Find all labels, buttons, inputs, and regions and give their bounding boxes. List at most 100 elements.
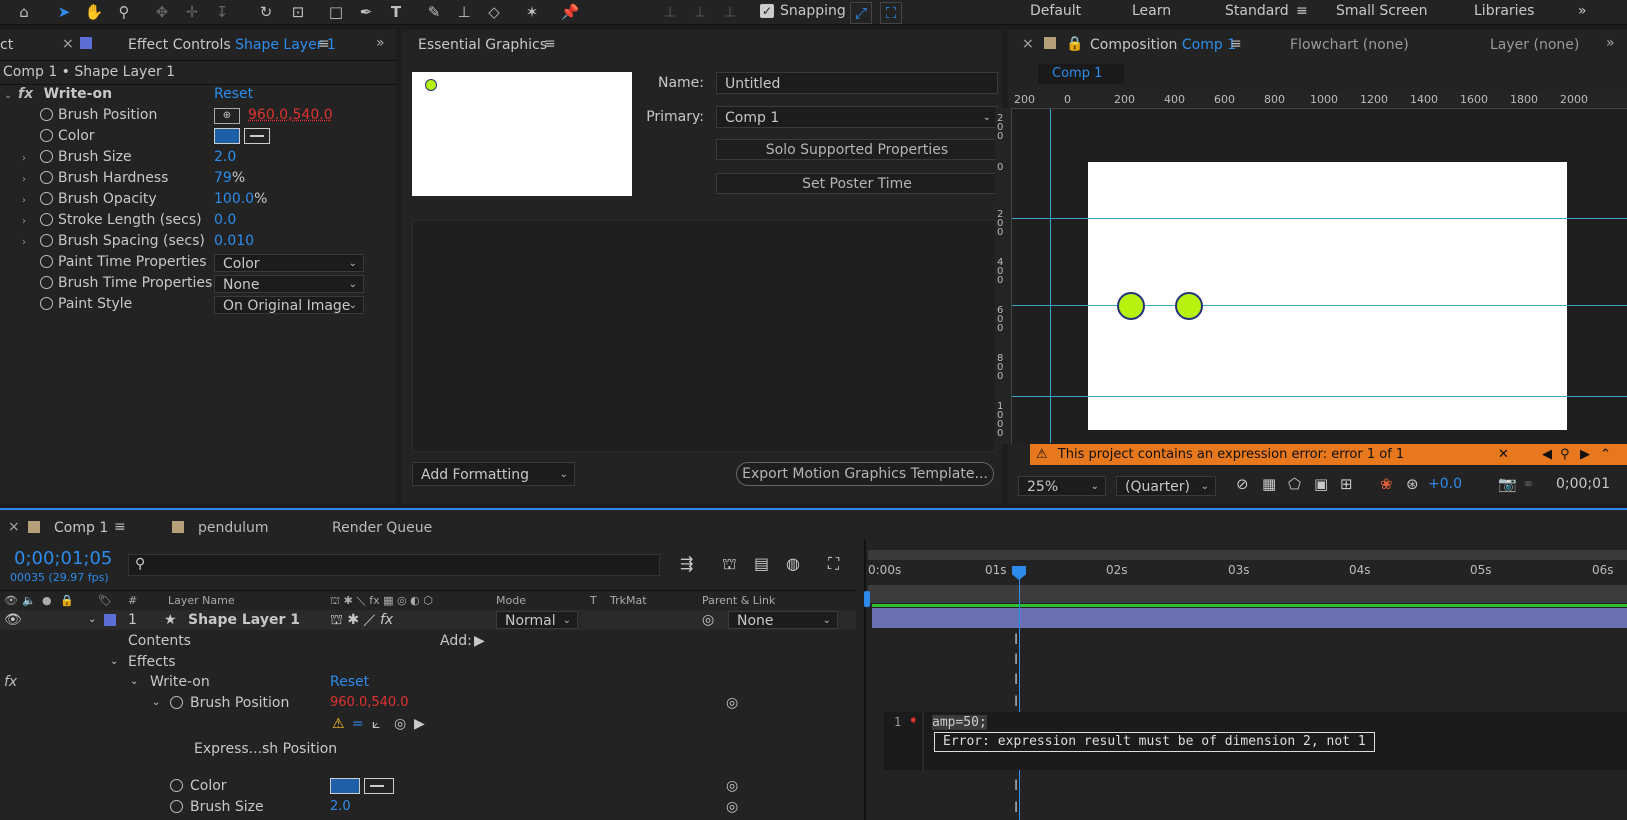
keyframe-i-beam-icon[interactable]: I [1014,778,1022,794]
snapping-checkbox[interactable]: ✓ [760,4,774,18]
stopwatch-icon[interactable] [170,779,183,792]
properties-drop-area[interactable] [412,220,996,452]
panel-overflow-icon[interactable]: » [1606,35,1615,51]
prop-stroke-length[interactable]: › Stroke Length (secs) 0.0 [0,210,396,231]
guide-line[interactable] [1012,396,1627,397]
work-area-start-handle[interactable] [864,591,870,607]
effect-controls-title[interactable]: Effect Controls [128,37,231,53]
workspace-small-screen[interactable]: Small Screen [1336,3,1427,19]
close-icon[interactable]: × [8,519,20,535]
label-column-icon[interactable]: 🏷 [98,591,112,611]
prop-brush-position[interactable]: Brush Position ⊕ 960.0,540.0 [0,105,396,126]
video-switch-icon[interactable]: 👁 [4,591,18,611]
stopwatch-icon[interactable] [40,297,53,310]
rectangle-tool-icon[interactable]: □ [326,2,346,22]
brush-spacing-value[interactable]: 0.010 [214,231,254,252]
workspace-default[interactable]: Default [1030,3,1081,19]
brush-hardness-value[interactable]: 79 [214,170,232,186]
comp-viewer-tab[interactable]: Comp 1 [1038,64,1124,84]
graph-editor-icon[interactable]: ⛶ [828,554,839,574]
axis-view-icon[interactable]: ⟂ [720,2,740,22]
fast-preview-icon[interactable]: ⊘ [1236,475,1249,493]
twirl-right-icon[interactable]: › [22,211,36,232]
mode-column[interactable]: Mode [496,591,526,611]
color-row[interactable]: Color ◎ [0,776,856,796]
brush-position-value[interactable]: 960.0,540.0 [248,105,333,126]
workspace-libraries[interactable]: Libraries [1474,3,1534,19]
layer-name[interactable]: Shape Layer 1 [188,610,300,630]
work-area-bar[interactable] [868,550,1627,560]
crosshair-icon[interactable]: ⊕ [214,108,240,124]
transparency-grid-icon[interactable]: ▦ [1262,475,1276,493]
brush-time-dropdown[interactable]: None ⌄ [214,275,364,293]
flowchart-tab[interactable]: Flowchart (none) [1290,37,1409,53]
project-tab-stub[interactable]: ct [0,37,13,53]
expression-language-menu-icon[interactable]: ▶ [414,714,425,734]
stopwatch-icon[interactable] [170,696,183,709]
snap-edges-icon[interactable]: ⤢ [850,2,872,24]
keyframe-i-beam-icon[interactable]: I [1014,800,1022,816]
render-queue-tab[interactable]: Render Queue [332,520,432,536]
timeline-splitter[interactable] [864,540,866,820]
expand-error-icon[interactable]: ⌃ [1600,444,1611,465]
stopwatch-icon[interactable] [40,213,53,226]
exposure-value[interactable]: +0.0 [1428,476,1462,492]
expression-editor[interactable]: 1 ➧ amp=50; Error: expression result mus… [884,712,1627,770]
shy-layers-icon[interactable]: ▤ [754,554,769,573]
blend-mode-dropdown[interactable]: Normal ⌄ [496,611,578,629]
number-column[interactable]: # [128,591,137,611]
guide-line[interactable] [1012,218,1627,219]
composition-name[interactable]: Comp 1 [1182,37,1236,53]
stopwatch-icon[interactable] [40,150,53,163]
eyedropper-icon[interactable] [364,778,394,794]
stroke-length-value[interactable]: 0.0 [214,210,236,231]
stopwatch-icon[interactable] [40,192,53,205]
grid-guides-icon[interactable]: ⊞ [1340,475,1353,493]
expression-graph-icon[interactable]: ⟀ [372,714,380,734]
eyedropper-icon[interactable] [244,128,270,144]
more-workspaces-icon[interactable]: » [1578,3,1587,19]
primary-dropdown[interactable]: Comp 1 ⌄ [716,106,998,128]
axis-local-icon[interactable]: ⟂ [660,2,680,22]
orbit-camera-icon[interactable]: ✥ [152,2,172,22]
zoom-tool-icon[interactable]: ⚲ [114,2,134,22]
stopwatch-icon[interactable] [40,171,53,184]
draft-3d-icon[interactable]: ⛫ [722,554,737,575]
layer-duration-bar[interactable] [872,608,1627,628]
warning-icon[interactable]: ⚠ [332,714,345,734]
solo-supported-button[interactable]: Solo Supported Properties [716,139,998,160]
expression-code[interactable]: amp=50; [932,715,987,730]
home-icon[interactable]: ⌂ [14,2,34,22]
essential-graphics-title[interactable]: Essential Graphics [418,37,547,53]
stopwatch-icon[interactable] [40,129,53,142]
stopwatch-icon[interactable] [40,234,53,247]
twirl-right-icon[interactable]: › [22,148,36,169]
zoom-dropdown[interactable]: 25% ⌄ [1018,476,1106,496]
add-play-icon[interactable]: ▶ [474,631,485,651]
paint-time-dropdown[interactable]: Color ⌄ [214,254,364,272]
effects-row[interactable]: ⌄ Effects [0,652,856,672]
clone-stamp-tool-icon[interactable]: ⊥ [454,2,474,22]
twirl-down-icon[interactable]: ⌄ [130,672,138,692]
export-mogrt-button[interactable]: Export Motion Graphics Template... [736,462,994,486]
composition-title[interactable]: Composition [1090,37,1177,53]
twirl-right-icon[interactable]: › [22,169,36,190]
layer-label-color[interactable] [104,614,116,626]
roto-brush-tool-icon[interactable]: ✶ [522,2,542,22]
previous-error-icon[interactable]: ◀ [1542,444,1552,465]
contents-row[interactable]: Contents Add: ▶ [0,631,856,651]
selection-tool-icon[interactable]: ➤ [54,2,74,22]
write-on-row[interactable]: fx ⌄ Write-on Reset [0,672,856,692]
close-error-icon[interactable]: ✕ [1498,444,1509,465]
prop-brush-size[interactable]: › Brush Size 2.0 [0,147,396,168]
timeline-tab-pendulum[interactable]: pendulum [198,520,269,536]
reset-exposure-icon[interactable]: ⊛ [1406,475,1419,493]
guide-line[interactable] [1050,109,1051,443]
panel-menu-icon[interactable]: ≡ [1230,36,1242,52]
prop-color[interactable]: Color [0,126,396,147]
audio-switch-icon[interactable]: 🔈 [22,591,36,611]
pen-tool-icon[interactable]: ✒ [356,2,376,22]
find-error-icon[interactable]: ⚲ [1560,444,1570,465]
composition-mini-flowchart-icon[interactable]: ⇶ [680,554,693,573]
name-input[interactable]: Untitled [716,72,998,94]
